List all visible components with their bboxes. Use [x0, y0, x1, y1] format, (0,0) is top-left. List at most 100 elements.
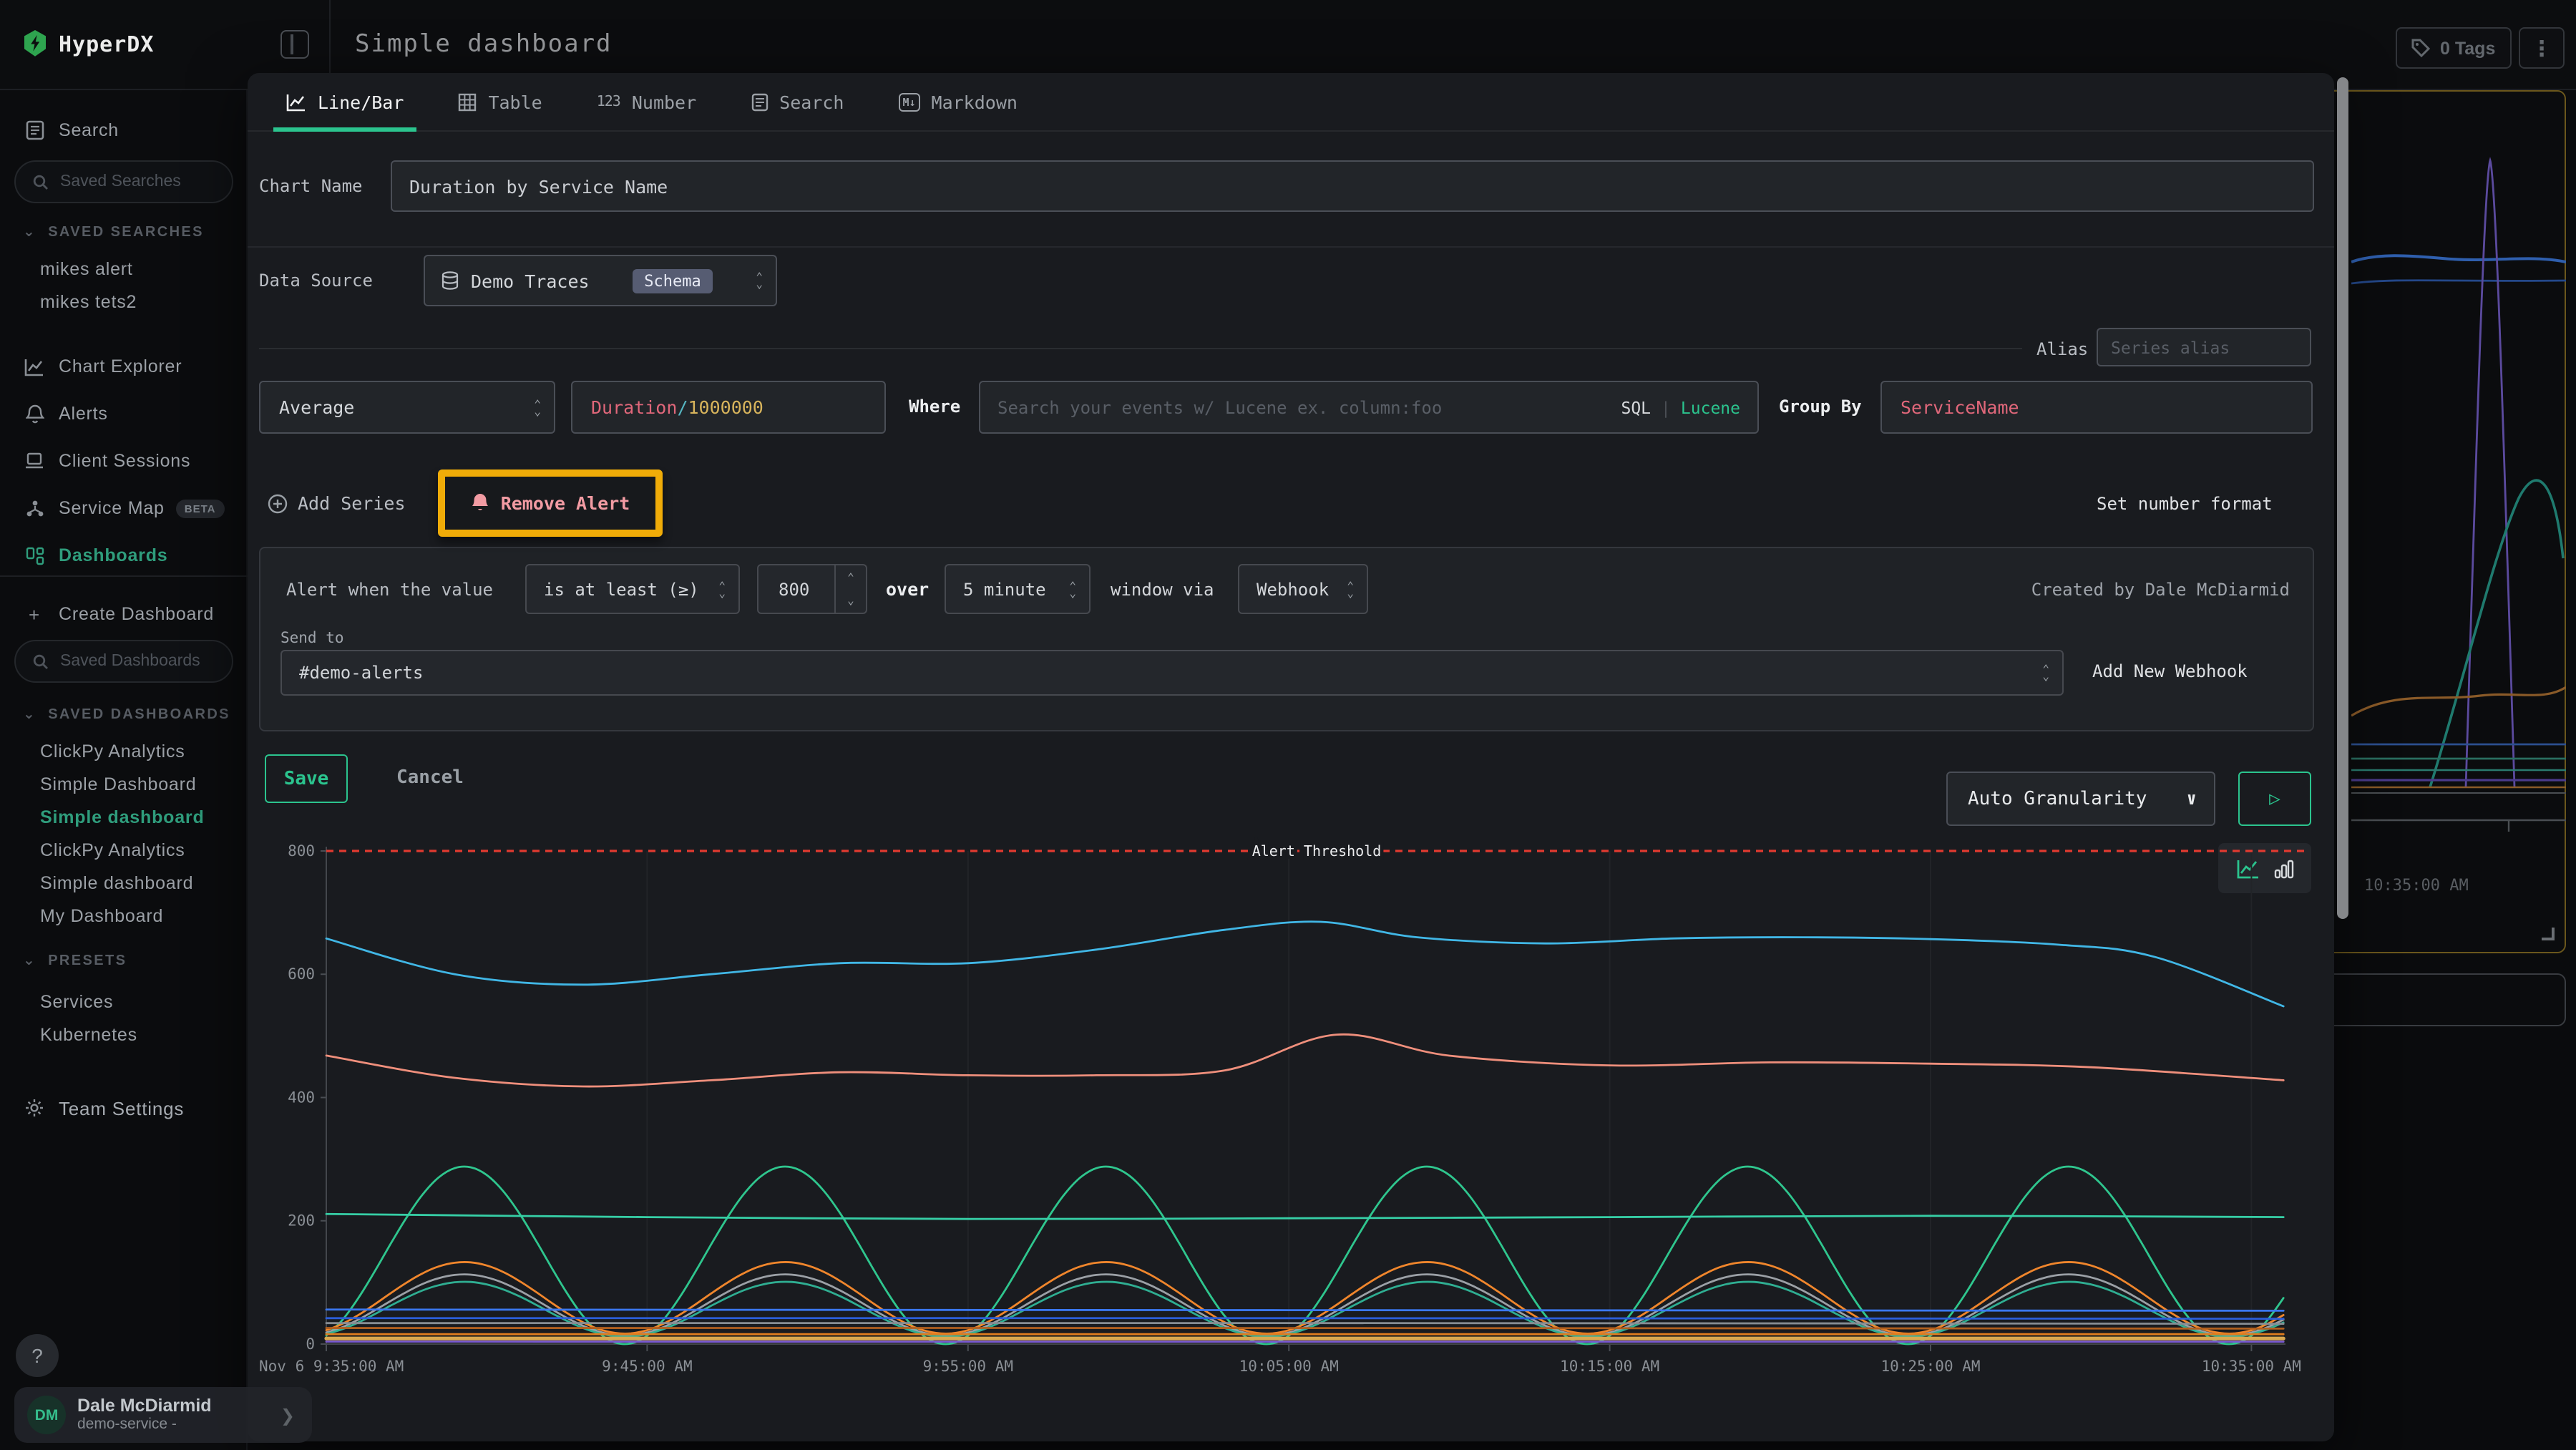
tags-button[interactable]: 0 Tags — [2396, 27, 2511, 69]
alert-threshold-input[interactable]: 800 ⌃⌄ — [757, 564, 867, 614]
service-map-icon — [23, 499, 46, 517]
document-icon — [751, 92, 768, 111]
lucene-mode-button[interactable]: Lucene — [1681, 397, 1740, 417]
saved-searches-header[interactable]: ⌄ SAVED SEARCHES — [23, 225, 248, 240]
set-number-format-button[interactable]: Set number format — [2097, 494, 2273, 514]
hyperdx-shield-icon — [23, 30, 47, 57]
chevron-updown-icon: ⌃⌄ — [1069, 582, 1076, 596]
tab-line-bar[interactable]: Line/Bar — [286, 73, 404, 130]
data-source-select[interactable]: Demo Traces Schema ⌃⌄ — [424, 255, 777, 306]
annotation-highlight-box — [438, 469, 663, 537]
saved-dashboards-header[interactable]: ⌄ SAVED DASHBOARDS — [23, 707, 248, 723]
sidebar-item-dashboards[interactable]: Dashboards — [0, 540, 248, 571]
sidebar-divider — [0, 575, 248, 577]
sidebar-item-service-map[interactable]: Service Map BETA — [0, 492, 248, 524]
svg-text:800: 800 — [288, 842, 315, 860]
modal-scrollbar[interactable] — [2337, 77, 2348, 919]
help-button[interactable]: ? — [16, 1334, 59, 1377]
chevron-right-icon: ❯ — [280, 1405, 295, 1425]
user-name: Dale McDiarmid — [77, 1396, 212, 1416]
run-query-button[interactable]: ▷ — [2238, 772, 2311, 826]
tab-table[interactable]: Table — [458, 73, 542, 130]
field-input[interactable]: Duration/1000000 — [571, 381, 886, 434]
search-icon — [33, 653, 49, 669]
team-settings-item[interactable]: Team Settings — [0, 1092, 248, 1124]
background-panel-2 — [2304, 973, 2566, 1026]
brand-logo[interactable]: HyperDX — [23, 30, 154, 57]
laptop-icon — [23, 452, 46, 469]
lang-separator: | — [1661, 397, 1671, 417]
schema-badge: Schema — [633, 268, 713, 293]
chevron-updown-icon: ⌃⌄ — [756, 273, 763, 288]
send-to-select[interactable]: #demo-alerts ⌃⌄ — [280, 650, 2064, 696]
bell-icon — [23, 404, 46, 424]
line-chart-icon — [286, 92, 306, 111]
data-source-value: Demo Traces — [471, 270, 590, 291]
tab-markdown[interactable]: M↓ Markdown — [898, 73, 1018, 130]
preset-item[interactable]: Kubernetes — [40, 1025, 137, 1045]
add-series-button[interactable]: Add Series — [268, 492, 406, 514]
saved-dashboard-item[interactable]: Simple Dashboard — [40, 774, 196, 794]
sidebar-item-label: Chart Explorer — [59, 356, 182, 376]
saved-dashboards-input[interactable]: Saved Dashboards — [14, 640, 233, 683]
team-settings-label: Team Settings — [59, 1097, 184, 1119]
chart-type-tabbar: Line/Bar Table 123 Number Search M↓ Mark… — [248, 73, 2334, 132]
cancel-button[interactable]: Cancel — [396, 767, 464, 789]
tab-number[interactable]: 123 Number — [597, 73, 696, 130]
saved-searches-input[interactable]: Saved Searches — [14, 160, 233, 203]
svg-text:600: 600 — [288, 965, 315, 983]
brand-name: HyperDX — [59, 31, 154, 57]
chevron-down-icon: ⌄ — [23, 953, 36, 969]
saved-search-item[interactable]: mikes alert — [40, 259, 133, 279]
save-button[interactable]: Save — [265, 754, 348, 803]
saved-search-item[interactable]: mikes tets2 — [40, 292, 137, 312]
window-via-label: window via — [1111, 580, 1214, 600]
saved-dashboard-item[interactable]: Simple dashboard — [40, 873, 193, 893]
alert-window-select[interactable]: 5 minute ⌃⌄ — [945, 564, 1091, 614]
user-chip[interactable]: DM Dale McDiarmid demo-service - ❯ — [14, 1387, 312, 1443]
create-dashboard-button[interactable]: + Create Dashboard — [0, 598, 248, 630]
saved-dashboard-item[interactable]: My Dashboard — [40, 906, 163, 926]
chart-name-input[interactable] — [392, 162, 2313, 210]
tags-button-label: 0 Tags — [2440, 38, 2495, 58]
number-123-icon: 123 — [597, 94, 620, 110]
beta-badge: BETA — [176, 499, 225, 517]
tab-search[interactable]: Search — [751, 73, 844, 130]
alert-condition-select[interactable]: is at least (≥) ⌃⌄ — [525, 564, 740, 614]
svg-text:Alert Threshold: Alert Threshold — [1252, 842, 1382, 860]
kebab-icon: ⋮ — [2531, 35, 2552, 61]
add-series-label: Add Series — [298, 492, 406, 514]
data-source-label: Data Source — [259, 271, 373, 291]
number-stepper[interactable]: ⌃⌄ — [834, 565, 866, 613]
svg-text:0: 0 — [306, 1335, 315, 1353]
sidebar-item-search[interactable]: Search — [0, 115, 248, 146]
chart-explorer-icon — [23, 357, 46, 376]
sidebar-toggle-icon[interactable] — [280, 30, 309, 59]
saved-dashboard-item[interactable]: ClickPy Analytics — [40, 840, 185, 860]
sidebar-item-label: Alerts — [59, 404, 108, 424]
alias-divider — [259, 348, 2022, 349]
more-menu-button[interactable]: ⋮ — [2519, 27, 2565, 69]
svg-text:9:45:00 AM: 9:45:00 AM — [602, 1358, 692, 1375]
chevron-updown-icon: ⌃⌄ — [1347, 582, 1354, 596]
group-by-input[interactable]: ServiceName — [1880, 381, 2313, 434]
create-dashboard-label: Create Dashboard — [59, 604, 214, 624]
presets-header[interactable]: ⌄ PRESETS — [23, 953, 248, 969]
panel-resize-handle[interactable] — [2542, 928, 2555, 940]
sidebar-item-alerts[interactable]: Alerts — [0, 398, 248, 429]
add-new-webhook-button[interactable]: Add New Webhook — [2092, 661, 2248, 681]
aggregation-select[interactable]: Average ⌃⌄ — [259, 381, 555, 434]
search-doc-icon — [23, 120, 46, 140]
gear-icon — [23, 1098, 46, 1118]
sql-mode-button[interactable]: SQL — [1621, 397, 1651, 417]
sidebar-item-client-sessions[interactable]: Client Sessions — [0, 445, 248, 477]
alert-channel-select[interactable]: Webhook ⌃⌄ — [1238, 564, 1368, 614]
saved-dashboard-item[interactable]: ClickPy Analytics — [40, 741, 185, 762]
saved-dashboard-item-active[interactable]: Simple dashboard — [40, 807, 205, 827]
granularity-select[interactable]: Auto Granularity ∨ — [1946, 772, 2215, 826]
sidebar-item-chart-explorer[interactable]: Chart Explorer — [0, 351, 248, 382]
svg-text:10:15:00 AM: 10:15:00 AM — [1560, 1358, 1659, 1375]
field-token: / — [677, 396, 688, 418]
alias-input[interactable] — [2098, 329, 2310, 365]
preset-item[interactable]: Services — [40, 992, 113, 1012]
